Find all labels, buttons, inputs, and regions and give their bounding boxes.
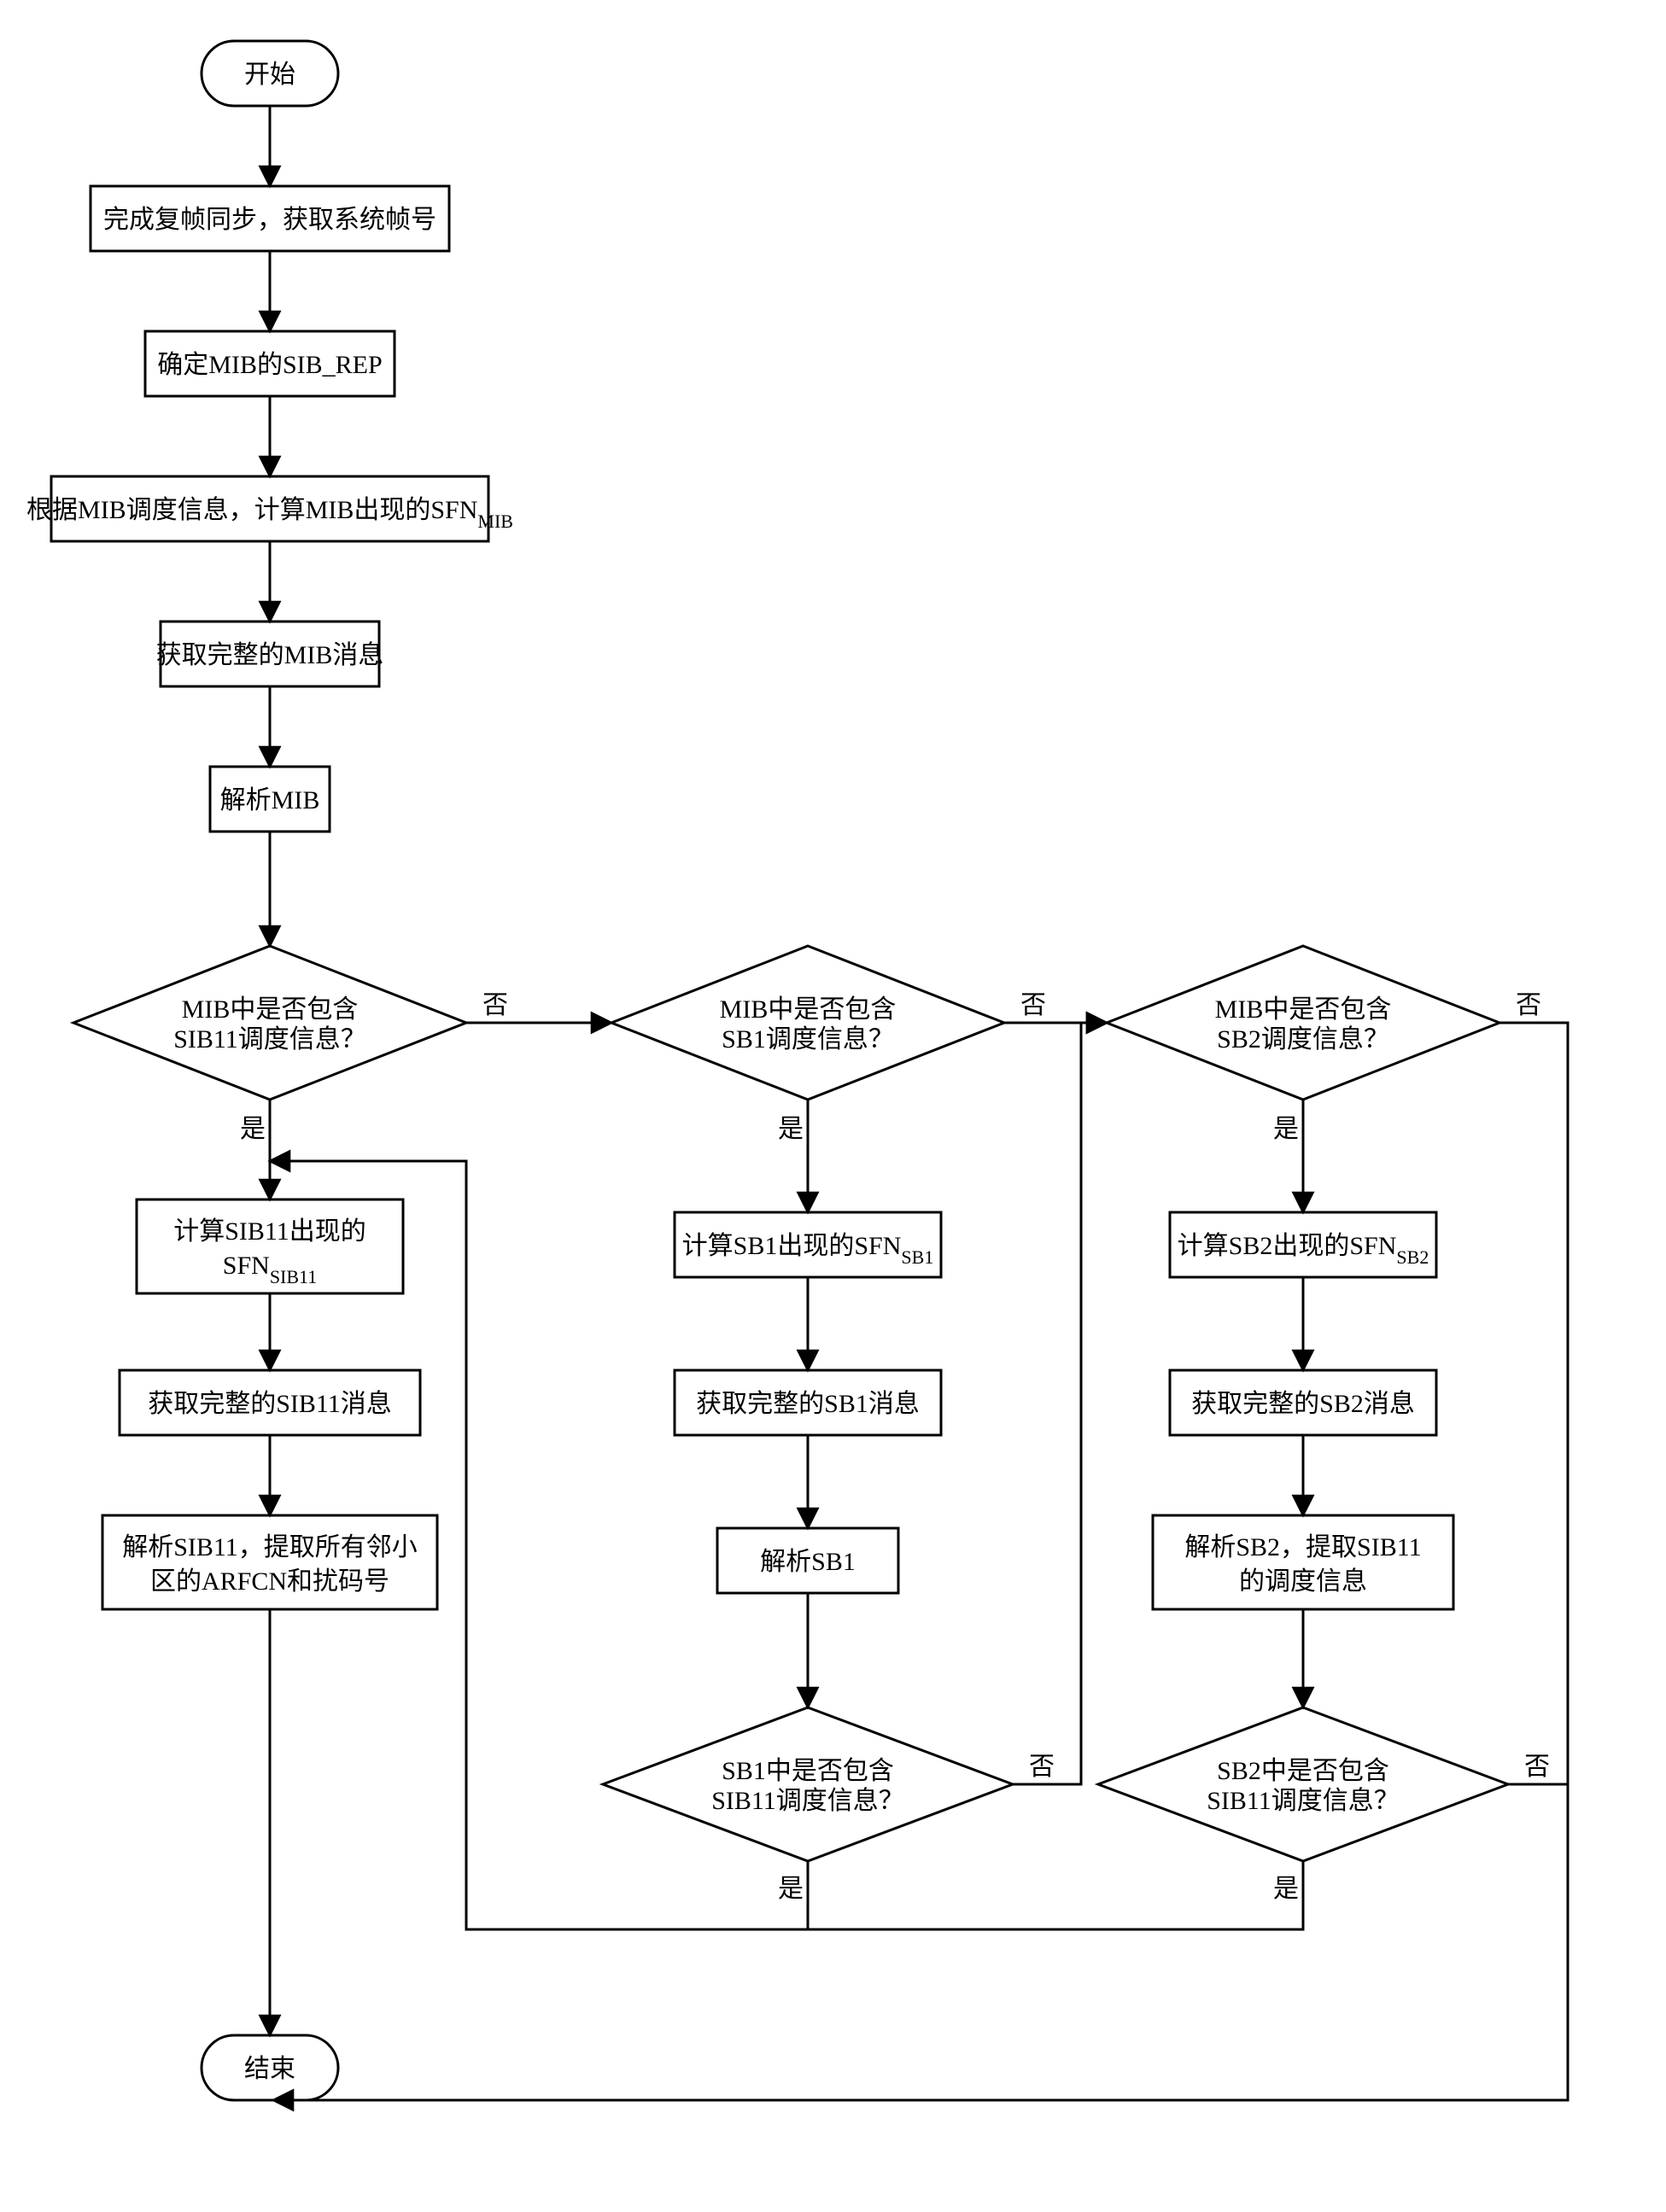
svg-text:区的ARFCN和扰码号: 区的ARFCN和扰码号 (150, 1567, 389, 1596)
svg-text:计算SB1出现的SFNSB1: 计算SB1出现的SFNSB1 (682, 1232, 934, 1268)
svg-text:MIB中是否包含: MIB中是否包含 (1215, 995, 1392, 1024)
svg-text:SB1调度信息？: SB1调度信息？ (722, 1025, 894, 1053)
svg-text:MIB中是否包含: MIB中是否包含 (720, 995, 897, 1024)
step-get-sb2: 获取完整的SB2消息 (1170, 1370, 1436, 1435)
svg-text:解析SB2，提取SIB11: 解析SB2，提取SIB11 (1184, 1533, 1421, 1561)
svg-text:SB2中是否包含: SB2中是否包含 (1217, 1757, 1389, 1785)
svg-text:获取完整的SB1消息: 获取完整的SB1消息 (696, 1390, 920, 1418)
svg-text:计算SB2出现的SFNSB2: 计算SB2出现的SFNSB2 (1178, 1232, 1429, 1268)
terminal-start: 开始 (202, 41, 338, 106)
step-parse-sib11: 解析SIB11，提取所有邻小 区的ARFCN和扰码号 (102, 1515, 437, 1609)
decision-mib-has-sb2: MIB中是否包含 SB2调度信息？ (1107, 946, 1499, 1100)
edge-d3-yes: 是 (1273, 1115, 1299, 1143)
edge-sb2d-yes: 是 (1273, 1875, 1299, 1903)
svg-text:获取完整的SIB11消息: 获取完整的SIB11消息 (148, 1390, 392, 1418)
step-get-sib11: 获取完整的SIB11消息 (120, 1370, 420, 1435)
terminal-end: 结束 (202, 2035, 338, 2100)
decision-sb2-has-sib11: SB2中是否包含 SIB11调度信息？ (1098, 1707, 1508, 1861)
svg-text:获取完整的SB2消息: 获取完整的SB2消息 (1191, 1390, 1415, 1418)
edge-sb1d-no: 否 (1029, 1753, 1055, 1781)
flowchart-canvas: 开始 完成复帧同步，获取系统帧号 确定MIB的SIB_REP 根据MIB调度信息… (0, 0, 1666, 2212)
step-get-sb1: 获取完整的SB1消息 (675, 1370, 941, 1435)
step-calc-sfn-sb2: 计算SB2出现的SFNSB2 (1170, 1212, 1436, 1277)
svg-text:MIB中是否包含: MIB中是否包含 (182, 995, 359, 1024)
svg-text:SIB11调度信息？: SIB11调度信息？ (1207, 1787, 1400, 1815)
svg-text:SB2调度信息？: SB2调度信息？ (1217, 1025, 1389, 1053)
svg-text:SIB11调度信息？: SIB11调度信息？ (711, 1787, 904, 1815)
svg-text:完成复帧同步，获取系统帧号: 完成复帧同步，获取系统帧号 (103, 206, 436, 234)
terminal-start-label: 开始 (244, 61, 295, 89)
step-get-mib: 获取完整的MIB消息 (156, 622, 384, 686)
step-multiframe-sync: 完成复帧同步，获取系统帧号 (91, 186, 449, 251)
edge-d2-no: 否 (1020, 991, 1046, 1019)
svg-text:解析SB1: 解析SB1 (760, 1548, 856, 1576)
svg-text:解析MIB: 解析MIB (220, 786, 320, 814)
step-parse-sb1: 解析SB1 (717, 1528, 898, 1593)
svg-text:解析SIB11，提取所有邻小: 解析SIB11，提取所有邻小 (122, 1533, 418, 1561)
edge-sb2d-no: 否 (1524, 1753, 1550, 1781)
svg-text:计算SIB11出现的: 计算SIB11出现的 (173, 1217, 366, 1246)
svg-text:确定MIB的SIB_REP: 确定MIB的SIB_REP (157, 351, 382, 379)
svg-text:获取完整的MIB消息: 获取完整的MIB消息 (156, 641, 384, 669)
svg-text:SIB11调度信息？: SIB11调度信息？ (173, 1025, 366, 1053)
svg-text:SFNSIB11: SFNSIB11 (223, 1252, 317, 1287)
step-calc-sfn-sb1: 计算SB1出现的SFNSB1 (675, 1212, 941, 1277)
edge-d2-yes: 是 (778, 1115, 804, 1143)
step-determine-sib-rep: 确定MIB的SIB_REP (145, 331, 395, 396)
edge-d1-no: 否 (482, 991, 508, 1019)
step-parse-sb2: 解析SB2，提取SIB11 的调度信息 (1153, 1515, 1453, 1609)
decision-mib-has-sib11: MIB中是否包含 SIB11调度信息？ (73, 946, 466, 1100)
terminal-end-label: 结束 (244, 2055, 295, 2083)
edge-d3-no: 否 (1516, 991, 1541, 1019)
edge-sb1d-yes: 是 (778, 1875, 804, 1903)
edge-d1-yes: 是 (240, 1115, 266, 1143)
svg-text:的调度信息: 的调度信息 (1239, 1567, 1367, 1596)
step-calc-sfn-mib: 根据MIB调度信息，计算MIB出现的SFNMIB (26, 476, 513, 541)
svg-text:SB1中是否包含: SB1中是否包含 (722, 1757, 894, 1785)
step-calc-sfn-sib11: 计算SIB11出现的 SFNSIB11 (137, 1199, 403, 1293)
decision-sb1-has-sib11: SB1中是否包含 SIB11调度信息？ (603, 1707, 1013, 1861)
step-parse-mib: 解析MIB (210, 767, 330, 832)
svg-text:根据MIB调度信息，计算MIB出现的SFNMIB: 根据MIB调度信息，计算MIB出现的SFNMIB (26, 496, 513, 532)
decision-mib-has-sb1: MIB中是否包含 SB1调度信息？ (611, 946, 1004, 1100)
